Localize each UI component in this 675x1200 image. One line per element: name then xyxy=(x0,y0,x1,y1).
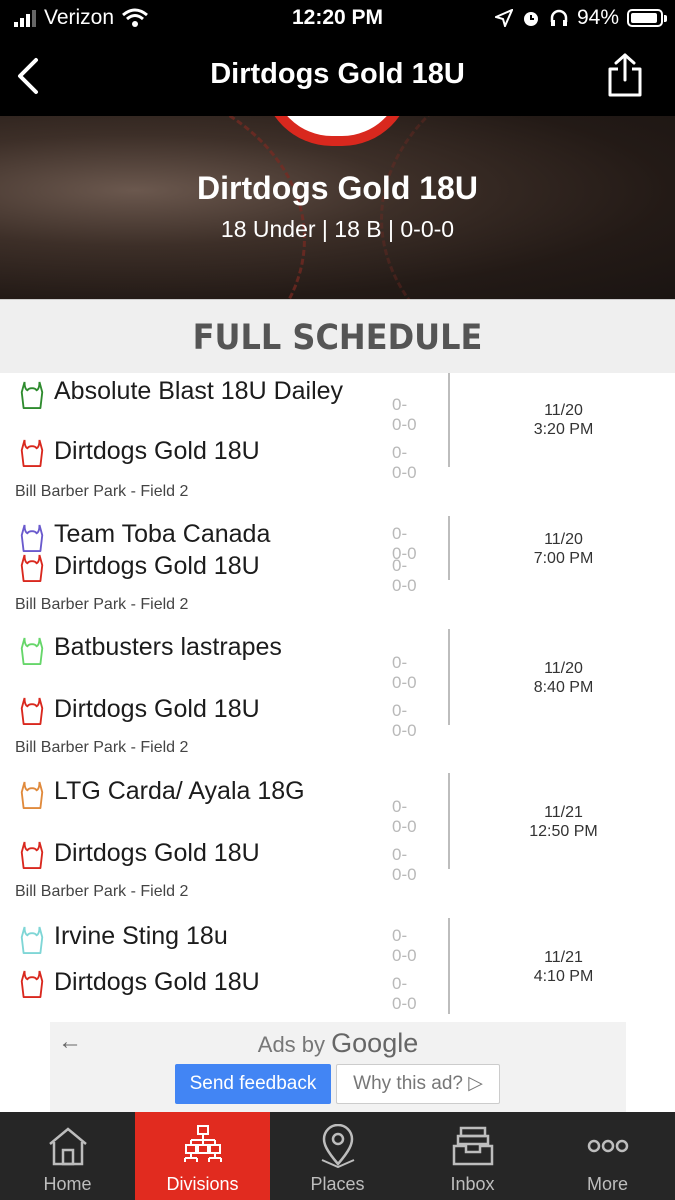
tab-bar: Home Divisions Places Inbox More xyxy=(0,1112,675,1200)
tab-label: Divisions xyxy=(166,1174,239,1194)
team-logo xyxy=(262,116,412,146)
tab-label: Places xyxy=(310,1174,365,1194)
game-date: 11/21 xyxy=(544,949,583,966)
jersey-icon xyxy=(18,968,48,1002)
game-datetime: 11/21 4:10 PM xyxy=(452,948,675,986)
game-date: 11/20 xyxy=(544,531,583,548)
game-time: 12:50 PM xyxy=(529,823,598,840)
away-team-name: Batbusters lastrapes xyxy=(54,633,282,661)
game-time: 3:20 PM xyxy=(533,421,594,438)
home-team-name: Dirtdogs Gold 18U xyxy=(54,552,260,580)
away-team-name: Team Toba Canada xyxy=(54,520,271,548)
game-location: Bill Barber Park - Field 2 xyxy=(15,739,189,756)
game-date: 11/20 xyxy=(544,660,583,677)
baseball-seam xyxy=(380,116,675,302)
baseball-seam xyxy=(0,116,306,302)
away-record: 0-0-0 xyxy=(392,653,417,692)
game-row[interactable]: Batbusters lastrapes Dirtdogs Gold 18U 0-0… xyxy=(0,629,675,774)
tab-label: Home xyxy=(43,1174,92,1194)
tab-divisions[interactable]: Divisions xyxy=(135,1112,270,1200)
home-team-name: Dirtdogs Gold 18U xyxy=(54,437,260,465)
jersey-icon xyxy=(18,924,48,958)
game-time: 4:10 PM xyxy=(533,968,594,985)
game-location: Bill Barber Park - Field 2 xyxy=(15,596,189,613)
team-subtitle: 18 Under | 18 B | 0-0-0 xyxy=(220,216,455,242)
game-row[interactable]: Team Toba Canada Dirtdogs Gold 18U 0-0-0 0-… xyxy=(0,516,675,630)
headphones-icon xyxy=(550,9,568,26)
nav-bar: Dirtdogs Gold 18U xyxy=(0,40,675,116)
game-row[interactable]: LTG Carda/ Ayala 18G Dirtdogs Gold 18U 0-0… xyxy=(0,773,675,919)
why-this-ad-button[interactable]: Why this ad? ▷ xyxy=(336,1064,500,1104)
away-team-name: Irvine Sting 18u xyxy=(54,922,228,950)
game-datetime: 11/20 3:20 PM xyxy=(452,401,675,439)
status-bar: Verizon 12:20 PM 94% xyxy=(0,0,675,40)
jersey-icon xyxy=(18,695,48,729)
jersey-icon xyxy=(18,522,48,556)
away-team-name: LTG Carda/ Ayala 18G xyxy=(54,777,305,805)
home-record: 0-0-0 xyxy=(392,974,417,1013)
away-record: 0-0-0 xyxy=(392,395,417,434)
game-datetime: 11/20 8:40 PM xyxy=(452,659,675,697)
home-record: 0-0-0 xyxy=(392,443,417,482)
share-icon[interactable] xyxy=(605,52,645,98)
away-record: 0-0-0 xyxy=(392,797,417,836)
alarm-icon xyxy=(523,12,538,26)
home-team-name: Dirtdogs Gold 18U xyxy=(54,839,260,867)
home-team-name: Dirtdogs Gold 18U xyxy=(54,968,260,996)
tab-more[interactable]: More xyxy=(540,1112,675,1200)
home-record: 0-0-0 xyxy=(392,845,417,884)
google-label: Google xyxy=(331,1028,419,1058)
home-team-name: Dirtdogs Gold 18U xyxy=(54,695,260,723)
home-icon xyxy=(48,1127,87,1166)
divisions-icon xyxy=(183,1125,222,1162)
jersey-icon xyxy=(18,779,48,813)
ads-by-google: Ads by Google xyxy=(50,1028,626,1059)
tab-home[interactable]: Home xyxy=(0,1112,135,1200)
away-record: 0-0-0 xyxy=(392,926,417,965)
send-feedback-button[interactable]: Send feedback xyxy=(175,1064,331,1104)
tab-inbox[interactable]: Inbox xyxy=(405,1112,540,1200)
more-icon xyxy=(587,1139,628,1153)
battery-icon xyxy=(627,9,667,27)
game-time: 8:40 PM xyxy=(533,679,594,696)
jersey-icon xyxy=(18,552,48,586)
away-team-name: Absolute Blast 18U Dailey xyxy=(54,377,344,405)
status-right: 94% xyxy=(494,6,667,30)
column-divider xyxy=(448,918,450,1014)
column-divider xyxy=(448,516,450,580)
inbox-icon xyxy=(452,1126,493,1166)
battery-percent: 94% xyxy=(576,6,619,29)
team-hero-banner: Dirtdogs Gold 18U 18 Under | 18 B | 0-0-… xyxy=(0,116,675,302)
ads-by-label: Ads by xyxy=(257,1032,326,1057)
game-row[interactable]: Absolute Blast 18U Dailey Dirtdogs Gold 1… xyxy=(0,373,675,517)
game-row[interactable]: Irvine Sting 18u Dirtdogs Gold 18U 0-0-0 0-… xyxy=(0,918,675,1014)
ad-banner: ← Ads by Google Send feedback Why this a… xyxy=(50,1022,626,1112)
jersey-icon xyxy=(18,379,48,413)
home-record: 0-0-0 xyxy=(392,701,417,740)
jersey-icon xyxy=(18,839,48,873)
jersey-icon xyxy=(18,437,48,471)
tab-label: Inbox xyxy=(450,1174,495,1194)
team-name: Dirtdogs Gold 18U xyxy=(197,170,478,206)
game-date: 11/20 xyxy=(544,402,583,419)
column-divider xyxy=(448,629,450,725)
battery-fill xyxy=(631,13,657,23)
column-divider xyxy=(448,773,450,869)
game-datetime: 11/21 12:50 PM xyxy=(452,803,675,841)
tab-places[interactable]: Places xyxy=(270,1112,405,1200)
jersey-icon xyxy=(18,635,48,669)
location-arrow-icon xyxy=(494,9,513,27)
home-record: 0-0-0 xyxy=(392,556,417,595)
game-time: 7:00 PM xyxy=(533,550,594,567)
game-date: 11/21 xyxy=(544,804,583,821)
tab-label: More xyxy=(586,1174,628,1194)
game-location: Bill Barber Park - Field 2 xyxy=(15,483,189,500)
column-divider xyxy=(448,373,450,467)
schedule-header: FULL SCHEDULE xyxy=(0,299,675,376)
places-icon xyxy=(321,1124,354,1168)
nav-title: Dirtdogs Gold 18U xyxy=(210,58,465,90)
game-datetime: 11/20 7:00 PM xyxy=(452,530,675,568)
game-location: Bill Barber Park - Field 2 xyxy=(15,883,189,900)
